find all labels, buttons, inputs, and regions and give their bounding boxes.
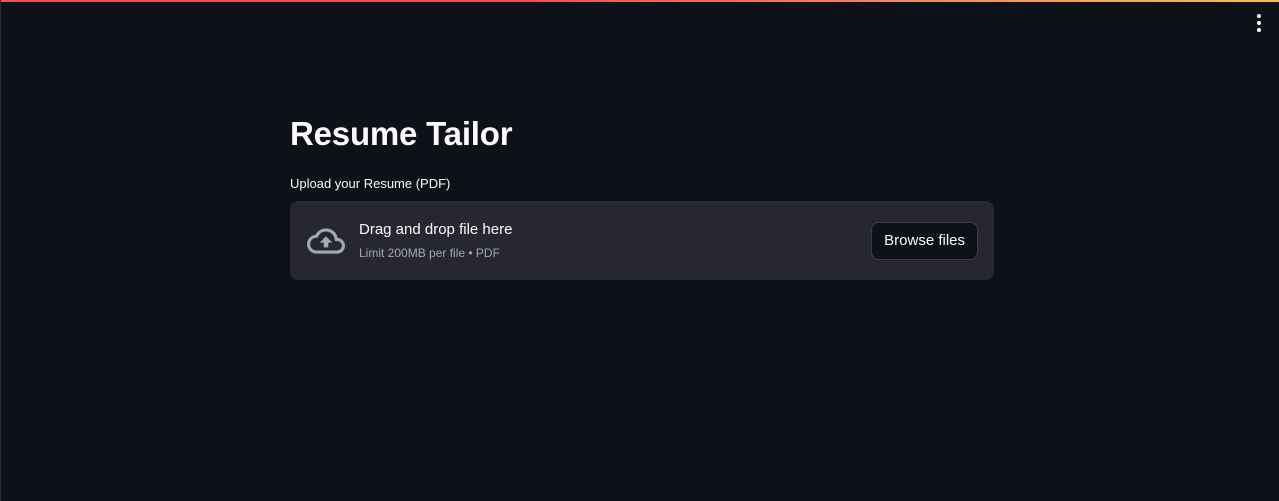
dropzone-text: Drag and drop file here Limit 200MB per … — [359, 220, 871, 261]
browse-files-button[interactable]: Browse files — [871, 221, 978, 260]
main-menu-button[interactable] — [1251, 12, 1267, 34]
vertical-dots-icon — [1257, 14, 1261, 18]
vertical-dots-icon — [1257, 21, 1261, 25]
page-title: Resume Tailor — [290, 115, 513, 152]
cloud-upload-icon — [306, 221, 346, 261]
top-decoration-bar — [1, 0, 1279, 2]
file-uploader-label: Upload your Resume (PDF) — [290, 176, 451, 191]
vertical-dots-icon — [1257, 28, 1261, 32]
app-root: Resume Tailor Upload your Resume (PDF) D… — [0, 0, 1279, 501]
dropzone-instructions: Drag and drop file here — [359, 221, 513, 238]
file-dropzone[interactable]: Drag and drop file here Limit 200MB per … — [290, 201, 994, 280]
dropzone-limit-text: Limit 200MB per file • PDF — [359, 246, 500, 260]
main-content: Resume Tailor Upload your Resume (PDF) D… — [290, 112, 994, 280]
